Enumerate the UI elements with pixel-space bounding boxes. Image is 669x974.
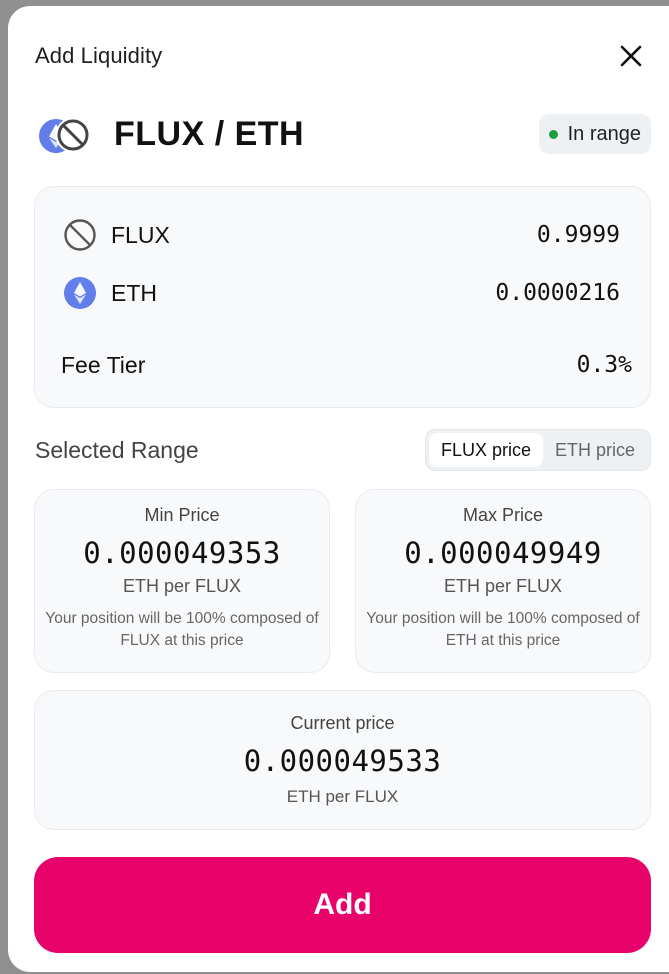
min-price-value: 0.000049353 <box>83 536 281 570</box>
flux-icon <box>64 219 96 251</box>
max-price-value: 0.000049949 <box>404 536 602 570</box>
fee-tier-label: Fee Tier <box>61 351 146 378</box>
selected-range-header: Selected Range FLUX price ETH price <box>35 429 651 471</box>
token-row-eth: ETH 0.0000216 <box>63 273 620 313</box>
price-denomination-toggle: FLUX price ETH price <box>424 429 651 471</box>
toggle-flux-price[interactable]: FLUX price <box>428 433 543 467</box>
modal-header: Add Liquidity <box>35 40 647 72</box>
token-info: FLUX <box>63 218 170 252</box>
max-price-unit: ETH per FLUX <box>443 576 563 596</box>
max-price-note: Your position will be 100% composed of E… <box>366 610 640 649</box>
status-text: In range <box>567 122 641 145</box>
token-symbol: ETH <box>111 279 157 306</box>
eth-icon <box>64 277 96 309</box>
add-liquidity-modal: Add Liquidity FLUX / ETH In range FLUX 0… <box>8 6 669 972</box>
modal-title: Add Liquidity <box>35 43 163 68</box>
pair-title: FLUX / ETH <box>38 112 304 156</box>
max-price-card: Max Price 0.000049949 ETH per FLUX Your … <box>355 489 651 673</box>
pair-icons <box>38 112 102 156</box>
fee-tier-value: 0.3% <box>576 352 632 378</box>
flux-icon <box>55 117 91 153</box>
token-amount: 0.0000216 <box>495 280 620 306</box>
pair-name: FLUX / ETH <box>114 114 305 153</box>
max-price-label: Max Price <box>462 505 543 525</box>
status-badge: In range <box>538 114 651 154</box>
pair-row: FLUX / ETH In range <box>38 109 651 159</box>
add-button[interactable]: Add <box>34 857 651 953</box>
fee-tier-row: Fee Tier 0.3% <box>61 345 632 385</box>
close-icon <box>620 45 642 67</box>
close-button[interactable] <box>615 40 647 72</box>
current-price-label: Current price <box>290 713 395 733</box>
current-price-value: 0.000049533 <box>243 744 442 778</box>
token-symbol: FLUX <box>111 221 170 248</box>
min-price-unit: ETH per FLUX <box>122 576 242 596</box>
min-price-label: Min Price <box>144 505 220 525</box>
min-price-note: Your position will be 100% composed of F… <box>45 610 319 649</box>
selected-range-title: Selected Range <box>35 436 199 463</box>
current-price-unit: ETH per FLUX <box>286 787 399 806</box>
min-price-card: Min Price 0.000049353 ETH per FLUX Your … <box>34 489 330 673</box>
token-info: ETH <box>63 276 157 310</box>
current-price-card: Current price 0.000049533 ETH per FLUX <box>34 690 651 830</box>
token-row-flux: FLUX 0.9999 <box>63 215 620 255</box>
status-dot-icon <box>548 129 558 139</box>
toggle-eth-price[interactable]: ETH price <box>543 433 647 467</box>
token-amount: 0.9999 <box>536 222 620 248</box>
tokens-card: FLUX 0.9999 ETH 0.0000216 Fee Tier 0.3% <box>34 186 651 408</box>
